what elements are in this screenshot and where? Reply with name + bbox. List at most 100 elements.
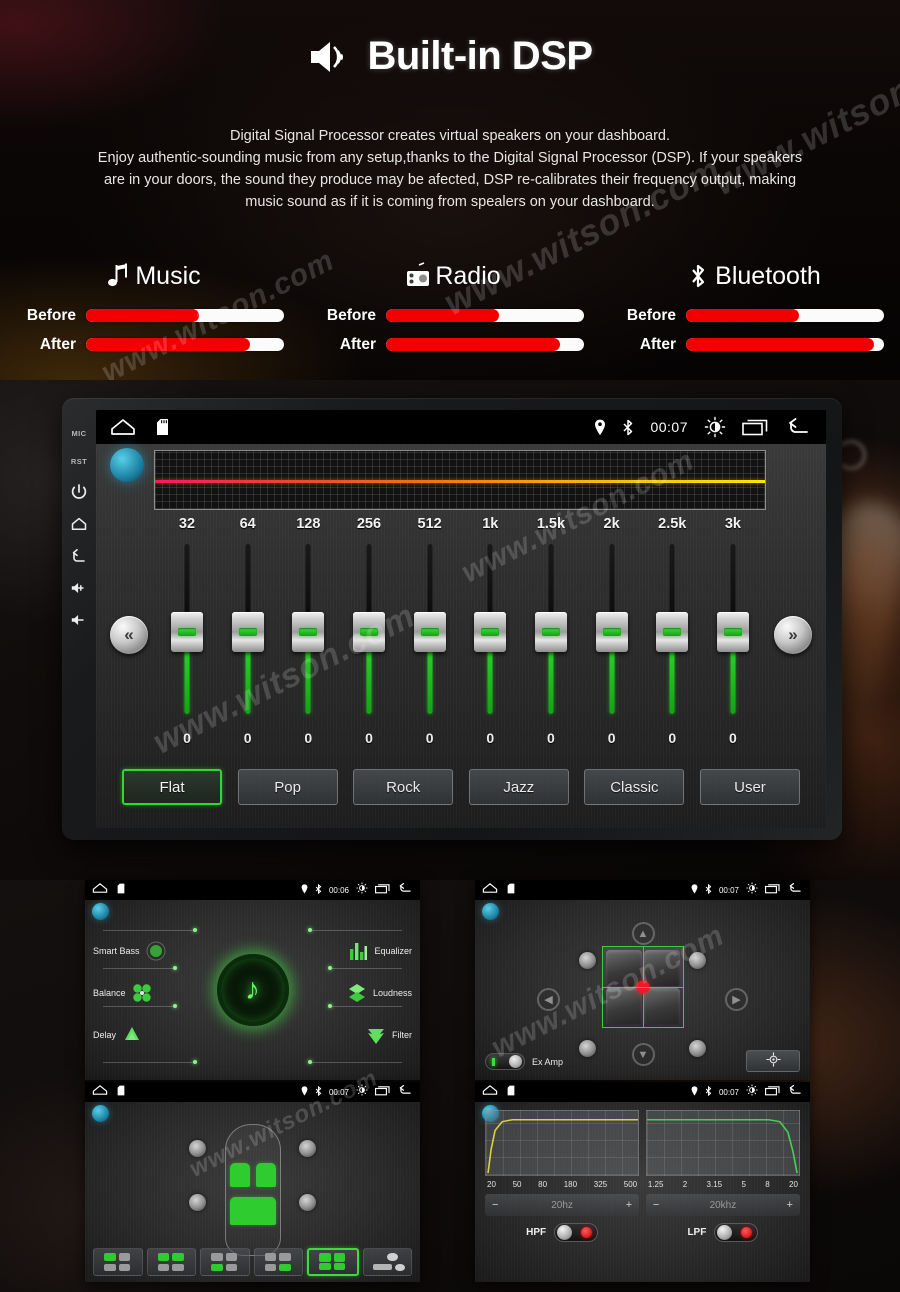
eq-band-knob[interactable]	[595, 612, 628, 652]
sdcard-icon[interactable]	[507, 1083, 515, 1101]
eq-band-slider[interactable]: 32 0	[160, 516, 214, 756]
ex-amp-toggle[interactable]: Ex Amp	[485, 1053, 563, 1070]
recent-apps-icon[interactable]	[375, 1083, 391, 1101]
dsp-menu-item-equalizer[interactable]: Equalizer	[312, 930, 412, 972]
back-arrow-icon[interactable]	[398, 1083, 413, 1101]
dsp-menu-item-smart-bass[interactable]: Smart Bass	[93, 930, 193, 972]
lpf-toggle[interactable]	[714, 1223, 759, 1242]
thumbnail-filters[interactable]: 00:07 20 50 80 180 325 500 − 20hz + HPF …	[475, 1082, 810, 1282]
seat-preset-custom[interactable]	[362, 1248, 412, 1276]
volume-down-button[interactable]	[70, 604, 88, 636]
eq-band-knob[interactable]	[716, 612, 749, 652]
eq-band-knob[interactable]	[171, 612, 203, 652]
volume-up-button[interactable]	[70, 572, 88, 604]
recent-apps-icon[interactable]	[765, 881, 781, 899]
back-arrow-icon[interactable]	[788, 881, 803, 899]
brightness-icon[interactable]	[746, 881, 758, 899]
sdcard-icon[interactable]	[507, 881, 515, 899]
eq-band-knob[interactable]	[656, 612, 689, 652]
dsp-menu-item-delay[interactable]: Delay	[93, 1014, 193, 1056]
seat-preset-rear-left[interactable]	[200, 1248, 250, 1276]
eq-band-knob[interactable]	[413, 612, 446, 652]
chevron-down-icon[interactable]: ▼	[631, 1043, 655, 1066]
sdcard-icon[interactable]	[117, 1083, 125, 1101]
lpf-stepper[interactable]: − 20khz +	[645, 1194, 800, 1216]
sound-field-grid[interactable]	[601, 946, 684, 1028]
eq-band-slider[interactable]: 256 0	[342, 516, 396, 756]
back-button[interactable]	[70, 540, 88, 572]
thumbnail-dsp-menu[interactable]: 00:06 Smart Bass Balance Delay ♪ Equaliz…	[85, 880, 420, 1080]
seat-preset-all[interactable]	[307, 1248, 359, 1276]
eq-next-button[interactable]: »	[774, 616, 812, 654]
chevron-right-icon[interactable]: ▶	[725, 988, 748, 1011]
toggle-switch[interactable]	[485, 1053, 525, 1070]
hpf-plus-button[interactable]: +	[626, 1199, 632, 1211]
eq-band-track[interactable]	[524, 544, 578, 722]
home-button[interactable]	[70, 508, 88, 540]
eq-band-slider[interactable]: 2k 0	[585, 516, 639, 756]
dsp-menu-item-balance[interactable]: Balance	[93, 972, 193, 1014]
eq-preset-rock[interactable]: Rock	[353, 769, 454, 805]
recent-apps-icon[interactable]	[375, 881, 391, 899]
chevron-up-icon[interactable]: ▲	[631, 922, 655, 945]
brightness-icon[interactable]	[746, 1083, 758, 1101]
eq-band-slider[interactable]: 1.5k 0	[524, 516, 578, 756]
eq-band-track[interactable]	[463, 544, 517, 722]
home-icon[interactable]	[110, 417, 136, 437]
eq-band-slider[interactable]: 1k 0	[463, 516, 517, 756]
dsp-menu-item-loudness[interactable]: Loudness	[312, 972, 412, 1014]
thumbnail-delay-seats[interactable]: 00:07	[85, 1082, 420, 1282]
chevron-left-icon[interactable]: ◀	[537, 988, 560, 1011]
eq-band-slider[interactable]: 64 0	[221, 516, 275, 756]
eq-band-track[interactable]	[342, 544, 396, 722]
eq-band-knob[interactable]	[474, 612, 507, 652]
seat-preset-rear-right[interactable]	[253, 1248, 303, 1276]
eq-preset-flat[interactable]: Flat	[122, 769, 222, 805]
home-icon[interactable]	[482, 1083, 498, 1101]
eq-preset-classic[interactable]: Classic	[584, 769, 685, 805]
seat-preset-front-both[interactable]	[146, 1248, 196, 1276]
back-arrow-icon[interactable]	[786, 417, 812, 437]
eq-preset-pop[interactable]: Pop	[237, 769, 338, 805]
recent-apps-icon[interactable]	[742, 418, 770, 436]
brightness-icon[interactable]	[704, 416, 726, 438]
eq-band-track[interactable]	[645, 544, 699, 722]
eq-band-track[interactable]	[221, 544, 275, 722]
eq-preset-jazz[interactable]: Jazz	[468, 769, 569, 805]
eq-band-slider[interactable]: 3k 0	[706, 516, 760, 756]
eq-prev-button[interactable]: «	[110, 616, 148, 654]
seat-preset-driver[interactable]	[93, 1248, 143, 1276]
sdcard-icon[interactable]	[117, 881, 125, 899]
eq-band-slider[interactable]: 128 0	[281, 516, 335, 756]
brightness-icon[interactable]	[356, 1083, 368, 1101]
sdcard-icon[interactable]	[156, 418, 169, 436]
dsp-menu-item-filter[interactable]: Filter	[312, 1014, 412, 1056]
lpf-minus-button[interactable]: −	[653, 1199, 659, 1211]
power-button[interactable]	[70, 476, 88, 508]
eq-band-knob[interactable]	[292, 612, 325, 652]
hpf-stepper[interactable]: − 20hz +	[485, 1194, 640, 1216]
back-arrow-icon[interactable]	[788, 1083, 803, 1101]
eq-band-track[interactable]	[160, 544, 214, 722]
eq-band-slider[interactable]: 2.5k 0	[645, 516, 699, 756]
center-position-button[interactable]	[746, 1050, 800, 1072]
eq-band-track[interactable]	[706, 544, 760, 722]
hpf-minus-button[interactable]: −	[492, 1199, 498, 1211]
recent-apps-icon[interactable]	[765, 1083, 781, 1101]
home-icon[interactable]	[482, 881, 498, 899]
lpf-plus-button[interactable]: +	[787, 1199, 793, 1211]
eq-band-knob[interactable]	[352, 612, 385, 652]
thumbnail-sound-field[interactable]: 00:07 ▲ ▼ ◀ ▶ Ex Amp	[475, 880, 810, 1080]
eq-band-knob[interactable]	[534, 612, 567, 652]
brightness-icon[interactable]	[356, 881, 368, 899]
eq-preset-user[interactable]: User	[699, 769, 800, 805]
eq-band-track[interactable]	[281, 544, 335, 722]
home-icon[interactable]	[92, 1083, 108, 1101]
home-icon[interactable]	[92, 881, 108, 899]
eq-band-track[interactable]	[585, 544, 639, 722]
eq-band-knob[interactable]	[231, 612, 264, 652]
back-arrow-icon[interactable]	[398, 881, 413, 899]
hpf-toggle[interactable]	[554, 1223, 599, 1242]
eq-band-track[interactable]	[403, 544, 457, 722]
eq-band-slider[interactable]: 512 0	[403, 516, 457, 756]
